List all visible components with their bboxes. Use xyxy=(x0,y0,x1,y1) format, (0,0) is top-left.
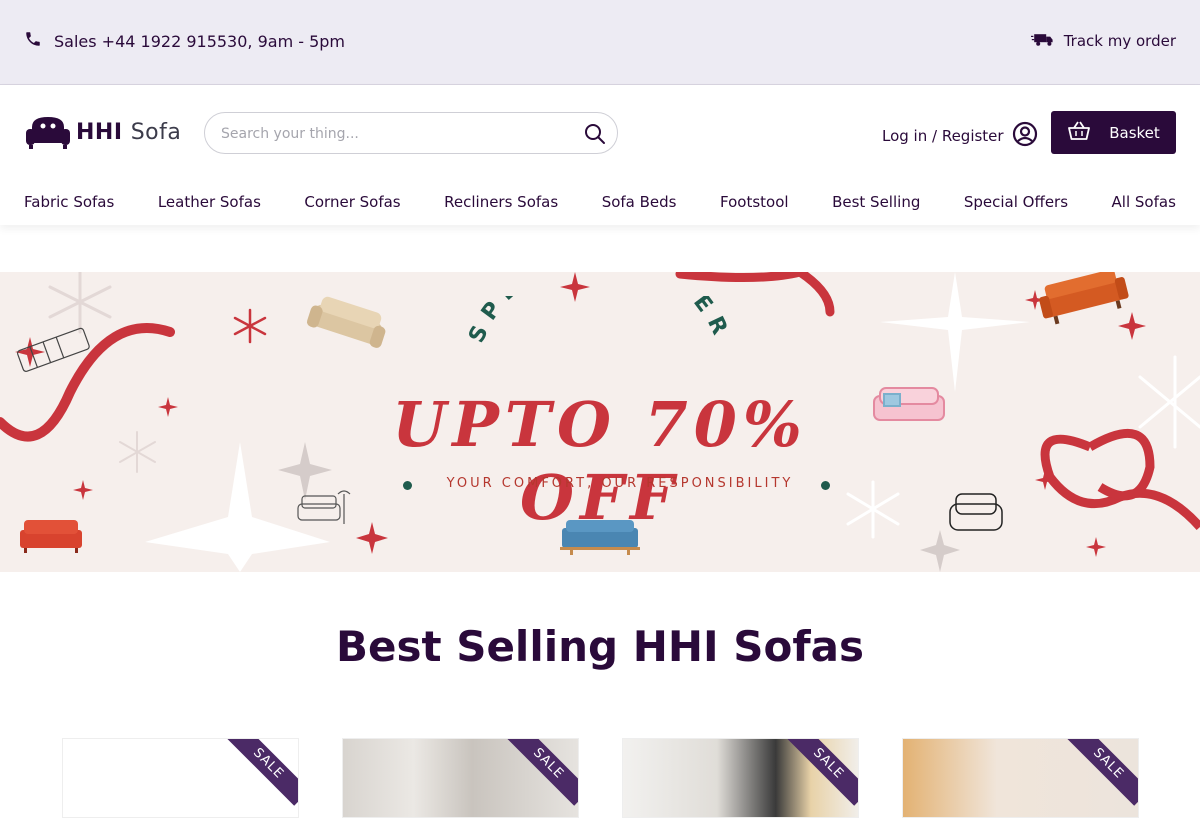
product-card[interactable]: SALE xyxy=(62,738,299,818)
nav-special-offers[interactable]: Special Offers xyxy=(964,193,1068,211)
product-card[interactable]: SALE xyxy=(342,738,579,818)
track-order-link[interactable]: Track my order xyxy=(1030,31,1176,51)
product-card[interactable]: SALE xyxy=(902,738,1139,818)
search-box xyxy=(204,112,618,154)
login-register-link[interactable]: Log in / Register xyxy=(882,121,1038,151)
user-circle-icon xyxy=(1012,121,1038,151)
sales-phone-text: Sales +44 1922 915530, 9am - 5pm xyxy=(54,31,346,51)
nav-fabric-sofas[interactable]: Fabric Sofas xyxy=(24,193,114,211)
top-bar: Sales +44 1922 915530, 9am - 5pm Track m… xyxy=(0,0,1200,85)
best-selling-title: Best Selling HHI Sofas xyxy=(336,622,864,671)
svg-text:SPECIAL OFFER: SPECIAL OFFER xyxy=(464,296,735,347)
search-input[interactable] xyxy=(221,123,571,145)
logo-bold: HHI xyxy=(76,119,123,145)
login-register-text: Log in / Register xyxy=(882,127,1004,145)
nav-best-selling[interactable]: Best Selling xyxy=(832,193,920,211)
special-offer-banner[interactable]: SPECIAL OFFER UPTO 70% OFF YOUR COMFORT,… xyxy=(0,272,1200,572)
offer-tagline: YOUR COMFORT, OUR RESPONSIBILITY xyxy=(446,476,794,491)
sofa-logo-icon xyxy=(26,117,70,149)
hhi-sofa-logo[interactable]: HHI Sofa xyxy=(24,113,181,151)
nav-recliners-sofas[interactable]: Recliners Sofas xyxy=(444,193,558,211)
main-nav: Fabric Sofas Leather Sofas Corner Sofas … xyxy=(24,193,1176,211)
nav-footstool[interactable]: Footstool xyxy=(720,193,789,211)
phone-icon xyxy=(24,30,42,52)
sales-phone[interactable]: Sales +44 1922 915530, 9am - 5pm xyxy=(24,30,345,52)
logo-light: Sofa xyxy=(130,119,182,145)
basket-icon xyxy=(1067,121,1091,145)
offer-headline: UPTO 70% OFF xyxy=(392,388,808,534)
logo-wordmark: HHI Sofa xyxy=(76,120,181,145)
special-offer-text: SPECIAL OFFER xyxy=(464,296,726,347)
product-card[interactable]: SALE xyxy=(622,738,859,818)
special-offer-arc: SPECIAL OFFER xyxy=(464,296,735,347)
nav-all-sofas[interactable]: All Sofas xyxy=(1112,193,1176,211)
nav-leather-sofas[interactable]: Leather Sofas xyxy=(158,193,261,211)
track-order-text: Track my order xyxy=(1063,32,1176,50)
basket-label: Basket xyxy=(1109,123,1160,142)
truck-icon xyxy=(1030,31,1055,51)
tagline-dot-right xyxy=(821,481,830,490)
nav-corner-sofas[interactable]: Corner Sofas xyxy=(304,193,400,211)
site-header: HHI Sofa Log in / Register Basket Fabric… xyxy=(0,85,1200,225)
search-icon[interactable] xyxy=(583,122,607,146)
basket-button[interactable]: Basket xyxy=(1051,111,1176,154)
nav-sofa-beds[interactable]: Sofa Beds xyxy=(602,193,677,211)
